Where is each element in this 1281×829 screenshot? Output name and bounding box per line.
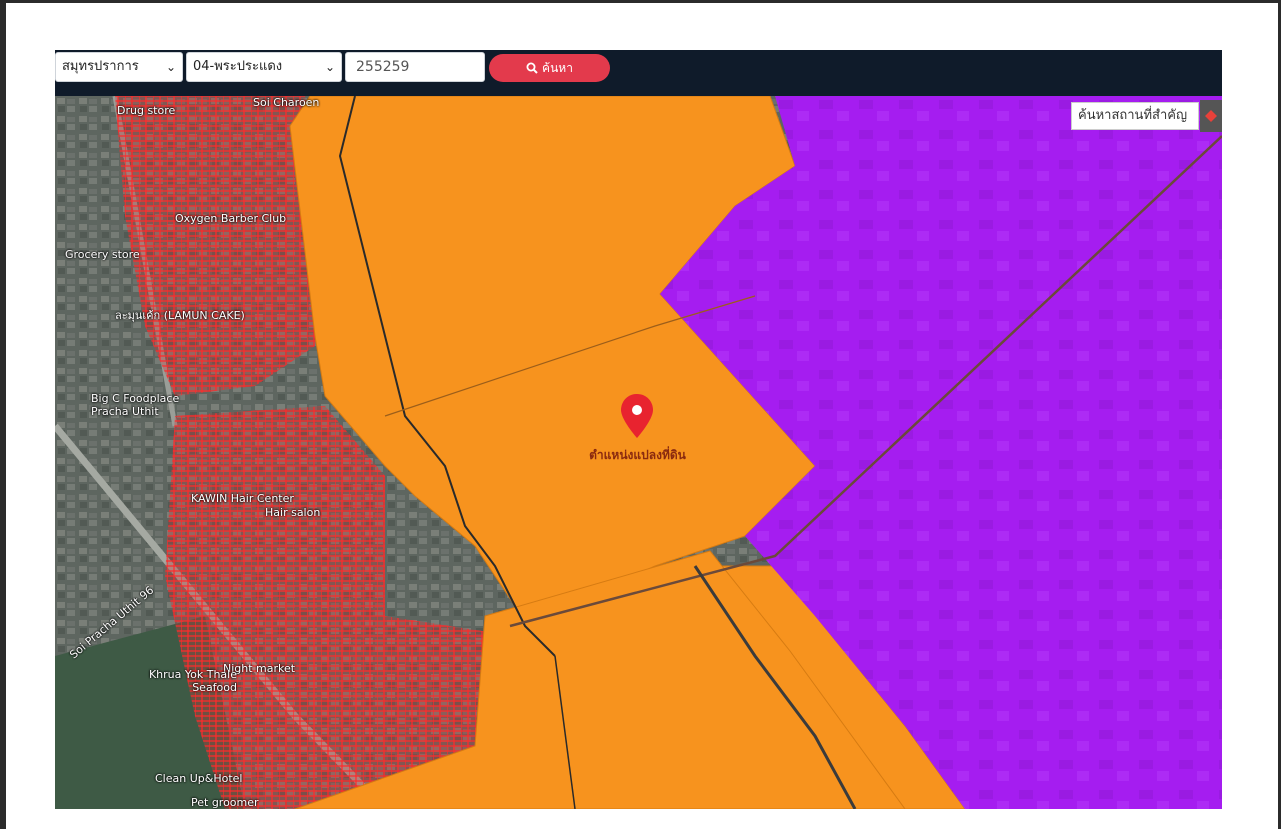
poi-label: Big C Foodplace Pracha Uthit	[91, 392, 180, 418]
window-left-border	[0, 0, 6, 829]
district-value: 04-พระประแดง	[193, 59, 283, 74]
chevron-down-icon: ⌄	[165, 60, 176, 74]
poi-label: Clean Up&Hotel	[155, 772, 243, 785]
search-icon	[526, 62, 538, 74]
place-search-input[interactable]: ค้นหาสถานที่สำคัญ	[1071, 102, 1199, 130]
search-button-label: ค้นหา	[542, 61, 573, 75]
place-search-button[interactable]	[1200, 100, 1222, 132]
poi-label: Drug store	[117, 104, 176, 117]
window-top-border	[0, 0, 1281, 3]
poi-label: KAWIN Hair Center	[191, 492, 294, 505]
poi-label: ละมุนเค้ก (LAMUN CAKE)	[115, 309, 245, 322]
search-button[interactable]: ค้นหา	[489, 54, 610, 82]
poi-label: Hair salon	[265, 506, 321, 519]
search-toolbar: สมุทรปราการ ⌄ 04-พระประแดง ⌄ 255259 ค้นห…	[55, 50, 1222, 96]
chevron-down-icon: ⌄	[324, 60, 335, 74]
diamond-icon	[1205, 110, 1217, 122]
poi-label: Pet groomer	[191, 796, 259, 809]
pin-label: ตำแหน่งแปลงที่ดิน	[589, 448, 686, 462]
poi-label: Oxygen Barber Club	[175, 212, 287, 225]
map-view[interactable]: ตำแหน่งแปลงที่ดิน Drug store Soi Charoen…	[55, 96, 1222, 809]
poi-label: Soi Charoen	[253, 96, 320, 109]
province-select[interactable]: สมุทรปราการ ⌄	[55, 52, 183, 82]
district-select[interactable]: 04-พระประแดง ⌄	[186, 52, 342, 82]
parcel-number-input[interactable]: 255259	[345, 52, 485, 82]
province-value: สมุทรปราการ	[62, 59, 139, 74]
poi-label: Grocery store	[65, 248, 140, 261]
poi-label: Khrua Yok Thale Seafood	[148, 668, 237, 694]
